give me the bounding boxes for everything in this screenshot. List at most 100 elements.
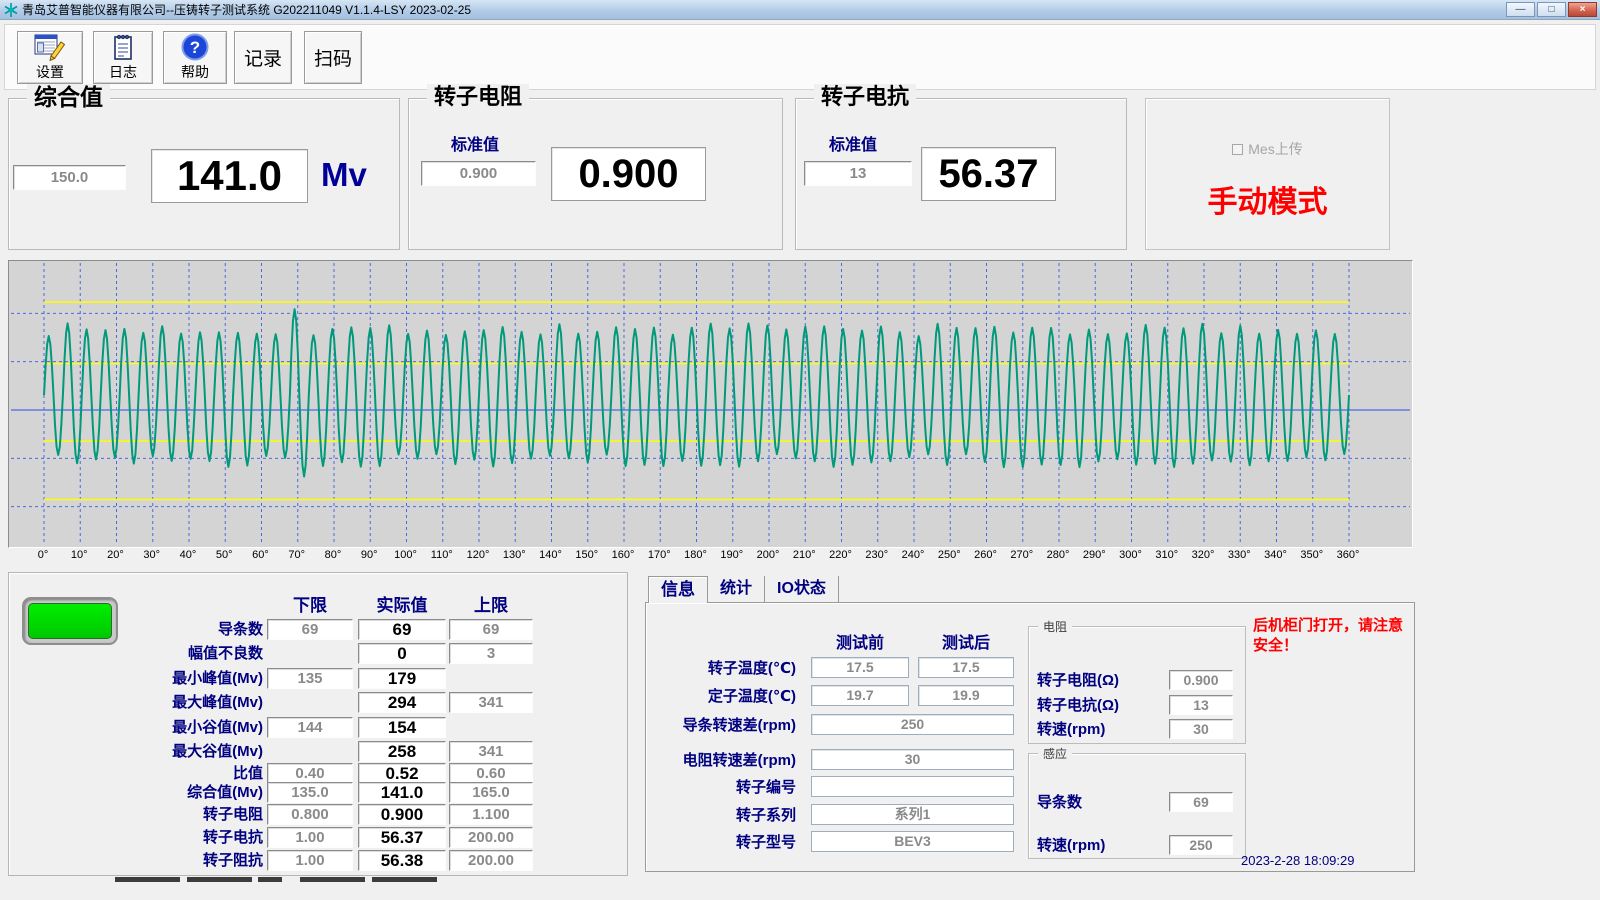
rotor-resistance-panel: 转子电阻 标准值 0.900 0.900 bbox=[408, 98, 783, 250]
resistance-group-title: 电阻 bbox=[1038, 618, 1072, 635]
limits-upper-value: 165.0 bbox=[449, 782, 533, 803]
x-axis-tick-label: 30° bbox=[143, 549, 160, 561]
x-axis-tick-label: 70° bbox=[288, 549, 305, 561]
log-button[interactable]: 日志 bbox=[93, 31, 153, 84]
info-before-value: 17.5 bbox=[811, 657, 909, 678]
info-row-value: 30 bbox=[811, 749, 1014, 770]
scan-button-label: 扫码 bbox=[314, 44, 352, 71]
limits-row-label: 最大峰值(Mv) bbox=[69, 693, 263, 713]
settings-button[interactable]: 设置 bbox=[17, 31, 83, 84]
composite-panel-title: 综合值 bbox=[27, 84, 110, 110]
group-bar-count-label: 导条数 bbox=[1037, 792, 1082, 813]
help-button[interactable]: ? 帮助 bbox=[163, 31, 227, 84]
tab-info[interactable]: 信息 bbox=[648, 576, 708, 603]
induction-group-title: 感应 bbox=[1038, 745, 1072, 762]
limits-actual-value: 0.900 bbox=[358, 804, 446, 825]
app-icon bbox=[4, 3, 18, 17]
composite-value-panel: 综合值 150.0 141.0 Mv bbox=[8, 98, 400, 250]
limits-header-lower: 下限 bbox=[267, 591, 353, 616]
x-axis-tick-label: 350° bbox=[1300, 549, 1323, 561]
limits-panel: 下限 实际值 上限 导条数696969幅值不良数03最小峰值(Mv)135179… bbox=[8, 572, 628, 876]
group-rotor-reactance-value: 13 bbox=[1169, 695, 1233, 715]
x-axis-tick-label: 230° bbox=[865, 549, 888, 561]
x-axis-tick-label: 50° bbox=[216, 549, 233, 561]
rotor-reactance-panel: 转子电抗 标准值 13 56.37 bbox=[795, 98, 1127, 250]
x-axis-tick-label: 260° bbox=[974, 549, 997, 561]
group-speed-label: 转速(rpm) bbox=[1037, 719, 1105, 740]
info-row-value[interactable] bbox=[811, 776, 1014, 797]
manual-mode-text: 手动模式 bbox=[1146, 177, 1389, 221]
mes-upload-row: Mes上传 bbox=[1146, 139, 1389, 159]
limits-row-label: 转子电阻 bbox=[69, 805, 263, 825]
tab-statistics[interactable]: 统计 bbox=[708, 576, 765, 603]
limits-row-label: 导条数 bbox=[69, 620, 263, 640]
log-button-label: 日志 bbox=[109, 62, 137, 82]
limits-actual-value: 294 bbox=[358, 692, 446, 713]
limits-actual-value: 141.0 bbox=[358, 782, 446, 803]
group-induction-speed-value: 250 bbox=[1169, 835, 1233, 855]
composite-actual-value: 141.0 bbox=[151, 149, 308, 203]
reactance-standard-label: 标准值 bbox=[829, 131, 877, 155]
minimize-button[interactable]: — bbox=[1506, 2, 1535, 17]
mes-upload-checkbox bbox=[1232, 144, 1243, 155]
x-axis-tick-label: 130° bbox=[503, 549, 526, 561]
x-axis-tick-label: 180° bbox=[684, 549, 707, 561]
limits-lower-value: 144 bbox=[267, 717, 353, 738]
x-axis-tick-label: 140° bbox=[539, 549, 562, 561]
x-axis-tick-label: 320° bbox=[1192, 549, 1215, 561]
x-axis-tick-label: 120° bbox=[467, 549, 490, 561]
tab-io-status[interactable]: IO状态 bbox=[765, 576, 839, 603]
group-rotor-resistance-value: 0.900 bbox=[1169, 670, 1233, 690]
x-axis-tick-label: 100° bbox=[394, 549, 417, 561]
x-axis-tick-label: 110° bbox=[431, 549, 453, 561]
info-row-value[interactable]: 系列1 bbox=[811, 804, 1014, 825]
info-after-value: 17.5 bbox=[918, 657, 1014, 678]
maximize-button[interactable]: □ bbox=[1537, 2, 1566, 17]
limits-row-label: 转子电抗 bbox=[69, 828, 263, 848]
x-axis-tick-label: 0° bbox=[38, 549, 49, 561]
limits-actual-value: 56.37 bbox=[358, 827, 446, 848]
x-axis-tick-label: 60° bbox=[252, 549, 269, 561]
induction-group: 感应 导条数 69 转速(rpm) 250 bbox=[1028, 753, 1246, 859]
limits-row-label: 比值 bbox=[69, 764, 263, 784]
limits-row-label: 转子阻抗 bbox=[69, 851, 263, 871]
x-axis-tick-label: 360° bbox=[1337, 549, 1360, 561]
scan-code-button[interactable]: 扫码 bbox=[304, 31, 362, 84]
info-row-value[interactable]: BEV3 bbox=[811, 831, 1014, 852]
reactance-panel-title: 转子电抗 bbox=[814, 84, 916, 110]
limits-lower-value: 135.0 bbox=[267, 782, 353, 803]
close-button[interactable]: × bbox=[1568, 2, 1597, 17]
before-test-header: 测试前 bbox=[811, 629, 909, 653]
limits-lower-value: 0.800 bbox=[267, 804, 353, 825]
help-button-label: 帮助 bbox=[181, 62, 209, 82]
record-button[interactable]: 记录 bbox=[234, 31, 292, 84]
x-axis-tick-label: 150° bbox=[575, 549, 598, 561]
record-button-label: 记录 bbox=[244, 44, 282, 71]
limits-actual-value: 258 bbox=[358, 741, 446, 762]
reactance-standard-value: 13 bbox=[804, 161, 912, 186]
mes-upload-label: Mes上传 bbox=[1248, 141, 1302, 157]
limits-upper-value: 341 bbox=[449, 692, 533, 713]
resistance-standard-label: 标准值 bbox=[451, 131, 499, 155]
info-tabs: 信息 统计 IO状态 bbox=[648, 576, 839, 603]
info-row-label: 转子编号 bbox=[646, 777, 796, 798]
titlebar: 青岛艾普智能仪器有限公司--压铸转子测试系统 G202211049 V1.1.4… bbox=[0, 0, 1600, 20]
window-title: 青岛艾普智能仪器有限公司--压铸转子测试系统 G202211049 V1.1.4… bbox=[22, 1, 471, 18]
limits-actual-value: 0 bbox=[358, 643, 446, 664]
x-axis-tick-label: 80° bbox=[325, 549, 342, 561]
composite-standard-value: 150.0 bbox=[13, 165, 126, 190]
x-axis-tick-label: 20° bbox=[107, 549, 124, 561]
limits-actual-value: 56.38 bbox=[358, 850, 446, 871]
x-axis-tick-label: 210° bbox=[793, 549, 816, 561]
group-rotor-resistance-label: 转子电阻(Ω) bbox=[1037, 670, 1119, 691]
info-panel: 测试前 测试后 电阻 转子电阻(Ω) 0.900 转子电抗(Ω) 13 转速(r… bbox=[645, 602, 1415, 872]
x-axis-tick-label: 190° bbox=[720, 549, 743, 561]
info-row-label: 转子型号 bbox=[646, 832, 796, 853]
limits-upper-value: 0.60 bbox=[449, 763, 533, 784]
info-row-label: 转子系列 bbox=[646, 805, 796, 826]
chart-x-axis: 0°10°20°30°40°50°60°70°80°90°100°110°120… bbox=[8, 549, 1413, 566]
group-induction-speed-label: 转速(rpm) bbox=[1037, 835, 1105, 856]
info-row-label: 导条转速差(rpm) bbox=[646, 715, 796, 736]
waveform-svg bbox=[9, 261, 1412, 547]
info-row-value: 250 bbox=[811, 714, 1014, 735]
